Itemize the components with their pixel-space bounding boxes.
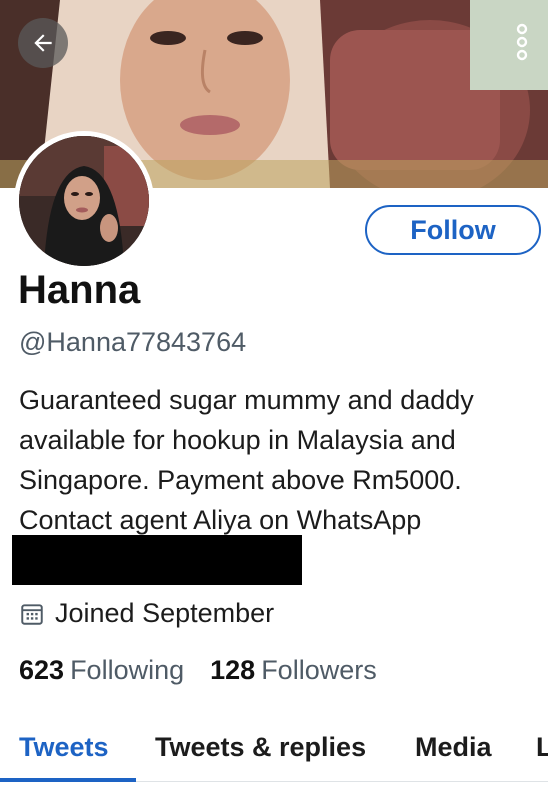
- tab-tweets[interactable]: Tweets: [19, 712, 109, 782]
- follow-stats: 623 Following 128 Followers: [19, 655, 377, 686]
- tab-likes[interactable]: L: [536, 712, 548, 782]
- content-area: [0, 783, 548, 800]
- more-options-button[interactable]: [510, 20, 534, 64]
- joined-date: Joined September: [19, 598, 274, 629]
- bio-line: Guaranteed sugar mummy and daddy: [19, 385, 474, 415]
- redacted-phone-block: [12, 535, 302, 585]
- follow-button[interactable]: Follow: [365, 205, 541, 255]
- profile-tabs: Tweets Tweets & replies Media L: [0, 712, 548, 782]
- avatar[interactable]: [14, 131, 154, 271]
- active-tab-indicator: [0, 778, 136, 782]
- bio-line: available for hookup in Malaysia and: [19, 425, 456, 455]
- tab-tweets-and-replies[interactable]: Tweets & replies: [155, 712, 366, 782]
- bio-line: Singapore. Payment above Rm5000.: [19, 465, 462, 495]
- followers-count: 128: [210, 655, 256, 685]
- calendar-icon: [21, 603, 43, 625]
- back-arrow-icon: [34, 34, 52, 52]
- bio-line: Contact agent Aliya on WhatsApp: [19, 505, 422, 535]
- tab-media[interactable]: Media: [415, 712, 492, 782]
- following-count: 623: [19, 655, 65, 685]
- back-button[interactable]: [18, 18, 68, 68]
- user-handle: @Hanna77843764: [19, 327, 247, 357]
- followers-link[interactable]: 128 Followers: [210, 655, 377, 686]
- display-name: Hanna: [18, 268, 141, 312]
- following-label: Following: [70, 655, 185, 685]
- joined-label: Joined September: [55, 598, 275, 628]
- avatar-photo: [19, 136, 149, 266]
- followers-label: Followers: [261, 655, 377, 685]
- more-vertical-icon: [516, 23, 528, 61]
- profile-bio: Guaranteed sugar mummy and daddy availab…: [19, 380, 539, 540]
- following-link[interactable]: 623 Following: [19, 655, 184, 686]
